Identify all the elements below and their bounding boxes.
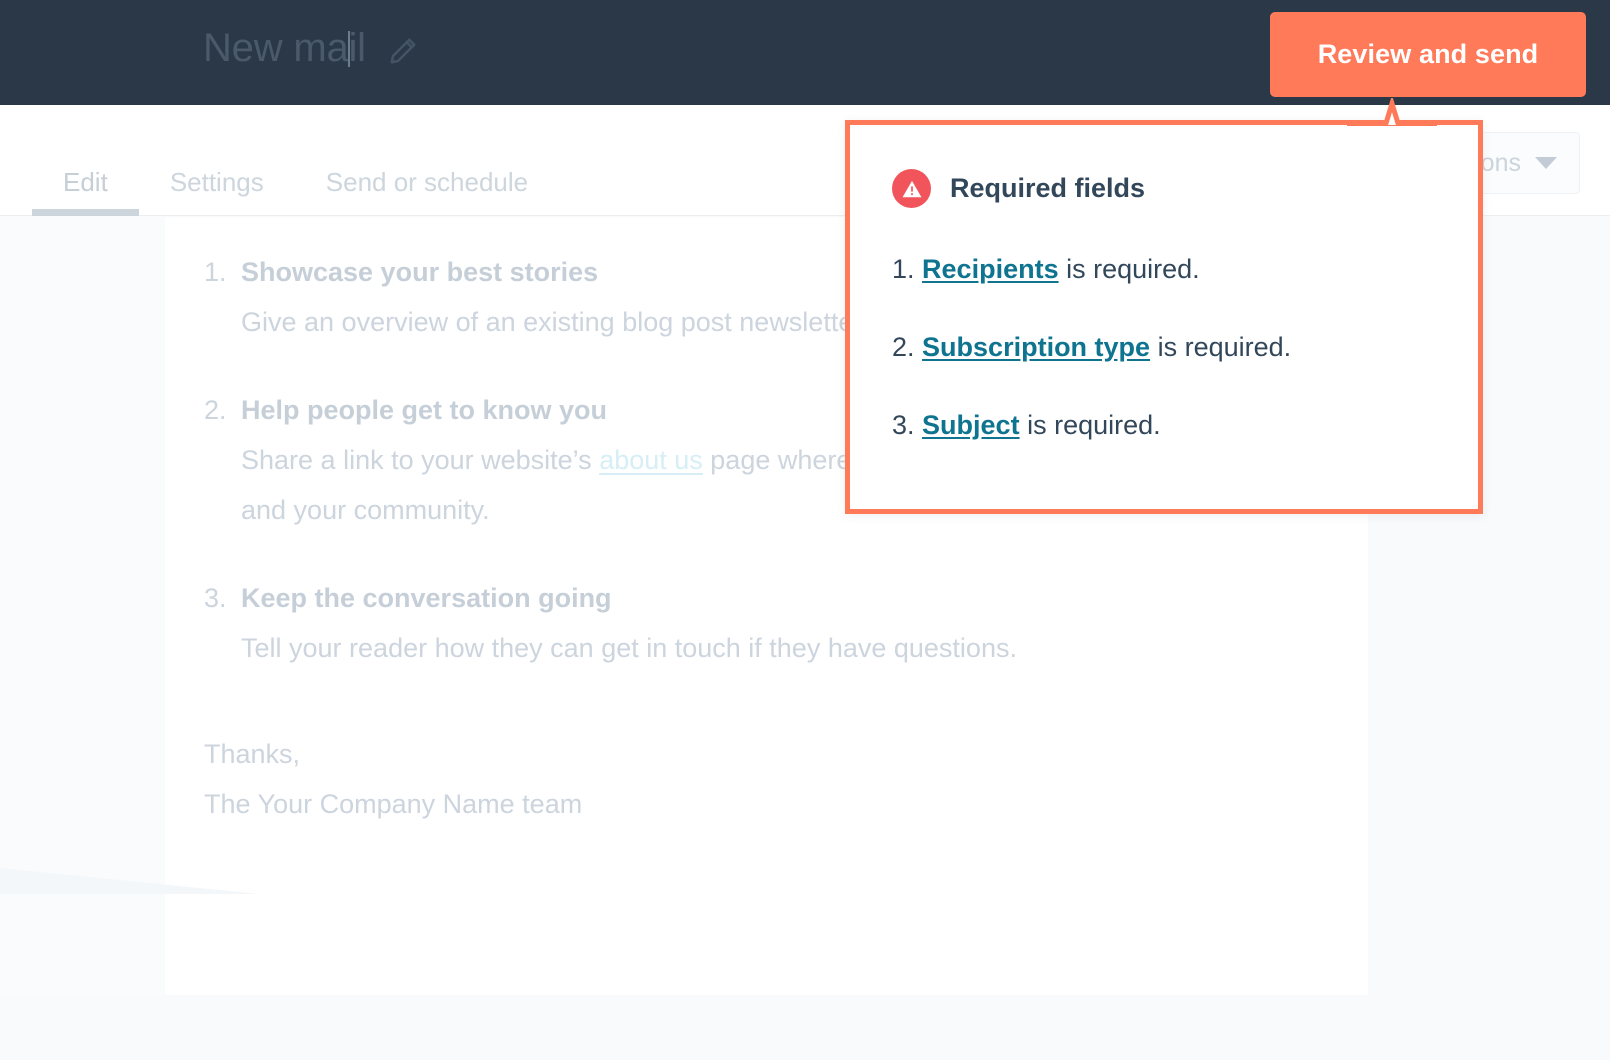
page-title-text-before-caret: New ma	[203, 26, 349, 70]
page-title[interactable]: New mail	[203, 26, 366, 71]
chevron-down-icon	[1535, 157, 1557, 169]
email-item-number: 3.	[204, 583, 227, 613]
warning-triangle-icon	[892, 169, 931, 208]
email-composer-app: New mail Review and send Edit Settings S…	[0, 0, 1610, 1060]
email-item-title: Showcase your best stories	[241, 257, 599, 287]
email-signoff-line-1: Thanks,	[204, 739, 301, 769]
popover-title: Required fields	[950, 173, 1146, 203]
popover-arrow	[1347, 98, 1437, 126]
email-item-title: Help people get to know you	[241, 395, 608, 425]
email-item-title: Keep the conversation going	[241, 583, 612, 613]
required-fields-popover: Required fields 1. Recipients is require…	[845, 120, 1483, 514]
email-item-body-pre: Share a link to your website’s	[241, 445, 600, 475]
required-field-number: 2.	[892, 332, 915, 362]
email-item-heading: 3. Keep the conversation going	[204, 573, 1338, 623]
email-item-body: Tell your reader how they can get in tou…	[241, 633, 1017, 663]
top-header-bar: New mail Review and send	[0, 0, 1610, 105]
required-field-row-3: 3. Subject is required.	[892, 405, 1448, 445]
required-field-suffix: is required.	[1058, 254, 1200, 284]
email-item-number: 2.	[204, 395, 227, 425]
review-and-send-button[interactable]: Review and send	[1270, 12, 1586, 97]
required-field-suffix: is required.	[1150, 332, 1292, 362]
required-field-row-1: 1. Recipients is required.	[892, 249, 1448, 289]
tab-settings[interactable]: Settings	[139, 105, 295, 216]
required-field-suffix: is required.	[1019, 410, 1161, 440]
required-field-link-subject[interactable]: Subject	[922, 410, 1020, 440]
email-body-link-2[interactable]: about us	[599, 445, 703, 475]
required-field-link-subscription-type[interactable]: Subscription type	[922, 332, 1150, 362]
required-field-number: 1.	[892, 254, 915, 284]
page-title-group: New mail	[203, 26, 418, 71]
popover-content: Required fields 1. Recipients is require…	[892, 169, 1448, 445]
required-field-row-2: 2. Subscription type is required.	[892, 327, 1448, 367]
required-field-number: 3.	[892, 410, 915, 440]
popover-header: Required fields	[892, 169, 1448, 208]
required-field-link-recipients[interactable]: Recipients	[922, 254, 1059, 284]
tab-send-or-schedule[interactable]: Send or schedule	[295, 105, 559, 216]
email-signoff-line-2: The Your Company Name team	[204, 789, 583, 819]
email-item-body-pre: Give an overview of an existing blog pos…	[241, 307, 740, 337]
email-item-number: 1.	[204, 257, 227, 287]
page-title-text-after-caret: il	[348, 26, 367, 70]
tab-edit[interactable]: Edit	[32, 105, 139, 216]
tab-list: Edit Settings Send or schedule	[32, 105, 559, 216]
pencil-icon[interactable]	[388, 36, 418, 66]
email-list-item-3: 3. Keep the conversation going Tell your…	[204, 573, 1338, 673]
